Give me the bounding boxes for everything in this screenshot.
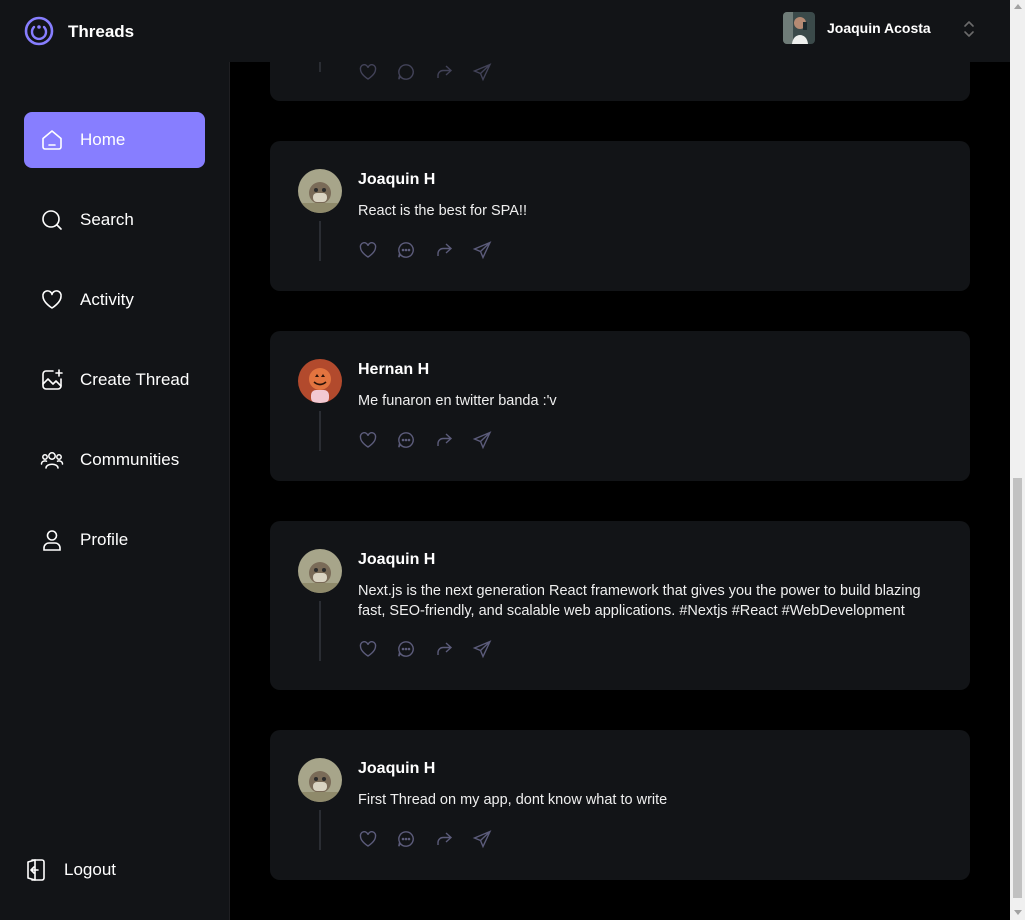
reply-icon[interactable] — [396, 639, 416, 659]
thread-actions — [358, 829, 492, 849]
share-icon[interactable] — [472, 240, 492, 260]
user-name: Joaquin Acosta — [827, 20, 931, 36]
sidebar-item-label: Home — [80, 130, 126, 149]
sidebar-item-label: Profile — [80, 530, 129, 549]
scroll-up-icon[interactable] — [1014, 4, 1022, 9]
thread-card — [270, 62, 970, 101]
thread-text: Next.js is the next generation React fra… — [358, 583, 921, 619]
thread-actions — [358, 639, 492, 659]
logout-icon — [27, 859, 45, 881]
thread-text: React is the best for SPA!! — [358, 203, 527, 219]
heart-icon[interactable] — [358, 639, 378, 659]
logout-button[interactable]: Logout — [24, 858, 116, 882]
thread-line — [319, 221, 321, 261]
thread-line — [319, 411, 321, 451]
share-icon[interactable] — [472, 62, 492, 82]
app-title[interactable]: Threads — [68, 22, 134, 42]
sidebar-item-search[interactable]: Search — [24, 192, 205, 248]
sidebar-item-home[interactable]: Home — [24, 112, 205, 168]
heart-icon[interactable] — [358, 62, 378, 82]
sidebar-item-create-thread[interactable]: Create Thread — [24, 352, 205, 408]
sidebar-item-label: Activity — [80, 290, 134, 309]
scrollbar-thumb[interactable] — [1013, 478, 1022, 898]
author-avatar[interactable] — [298, 169, 342, 213]
thread-text: Me funaron en twitter banda :'v — [358, 393, 557, 409]
heart-icon[interactable] — [358, 240, 378, 260]
sidebar-item-label: Communities — [80, 450, 180, 469]
chevron-up-down-icon[interactable] — [962, 18, 976, 40]
reply-icon[interactable] — [396, 829, 416, 849]
sidebar-item-profile[interactable]: Profile — [24, 512, 205, 568]
thread-card: Joaquin H Next.js is the next generation… — [270, 521, 970, 690]
reply-icon[interactable] — [396, 62, 416, 82]
thread-line — [319, 601, 321, 661]
thread-actions — [358, 62, 492, 82]
reply-icon[interactable] — [396, 240, 416, 260]
heart-icon[interactable] — [358, 829, 378, 849]
author-avatar[interactable] — [298, 359, 342, 403]
repost-icon[interactable] — [434, 430, 454, 450]
thread-card: Joaquin H React is the best for SPA!! — [270, 141, 970, 291]
thread-actions — [358, 430, 492, 450]
left-sidebar: Home Search Activity Create Thread Commu… — [0, 62, 230, 920]
user-avatar[interactable] — [783, 12, 815, 44]
thread-line — [319, 810, 321, 850]
reply-icon[interactable] — [396, 430, 416, 450]
user-account-switcher[interactable]: Joaquin Acosta — [783, 12, 931, 44]
sidebar-item-label: Search — [80, 210, 134, 229]
page-scrollbar[interactable] — [1010, 0, 1025, 920]
repost-icon[interactable] — [434, 829, 454, 849]
share-icon[interactable] — [472, 430, 492, 450]
author-name[interactable]: Joaquin H — [358, 760, 435, 778]
thread-actions — [358, 240, 492, 260]
thread-line — [319, 62, 321, 72]
author-avatar[interactable] — [298, 758, 342, 802]
author-name[interactable]: Joaquin H — [358, 171, 435, 189]
thread-card: Hernan H Me funaron en twitter banda :'v — [270, 331, 970, 481]
profile-icon — [43, 530, 61, 551]
share-icon[interactable] — [472, 829, 492, 849]
threads-logo-icon[interactable] — [24, 16, 54, 46]
repost-icon[interactable] — [434, 62, 454, 82]
thread-feed: Joaquin H React is the best for SPA!! He… — [230, 62, 1010, 920]
logout-label: Logout — [64, 860, 116, 879]
thread-card: Joaquin H First Thread on my app, dont k… — [270, 730, 970, 880]
sidebar-item-label: Create Thread — [80, 370, 190, 389]
repost-icon[interactable] — [434, 240, 454, 260]
heart-icon[interactable] — [358, 430, 378, 450]
communities-icon — [40, 452, 64, 469]
search-icon — [42, 210, 62, 230]
sidebar-item-activity[interactable]: Activity — [24, 272, 205, 328]
scroll-down-icon[interactable] — [1014, 910, 1022, 915]
topbar: Threads Joaquin Acosta — [0, 0, 1010, 62]
home-icon — [42, 130, 62, 150]
create-thread-icon — [42, 369, 63, 390]
sidebar-item-communities[interactable]: Communities — [24, 432, 205, 488]
author-name[interactable]: Hernan H — [358, 361, 429, 379]
thread-text: First Thread on my app, dont know what t… — [358, 792, 668, 808]
author-avatar[interactable] — [298, 549, 342, 593]
author-name[interactable]: Joaquin H — [358, 551, 435, 569]
heart-icon — [42, 290, 62, 309]
repost-icon[interactable] — [434, 639, 454, 659]
share-icon[interactable] — [472, 639, 492, 659]
